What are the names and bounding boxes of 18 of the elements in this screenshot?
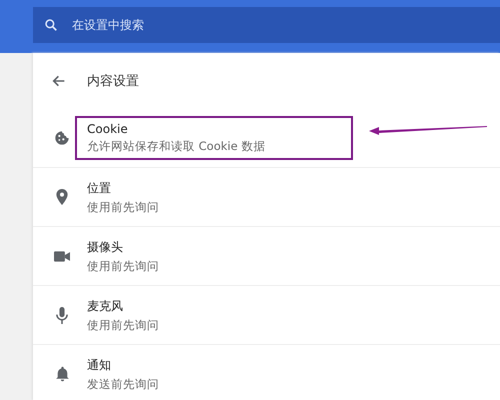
video-camera-icon	[54, 250, 70, 262]
setting-title[interactable]: 位置	[87, 180, 159, 196]
bell-icon	[56, 366, 68, 382]
setting-title[interactable]: 麦克风	[87, 298, 159, 314]
location-pin-icon	[56, 189, 68, 205]
back-arrow-icon[interactable]	[51, 73, 67, 89]
setting-description: 允许网站保存和读取 Cookie 数据	[87, 139, 266, 154]
microphone-icon	[56, 306, 68, 324]
setting-description: 使用前先询问	[87, 258, 159, 274]
setting-description: 使用前先询问	[87, 200, 159, 214]
setting-title[interactable]: 通知	[87, 356, 159, 374]
page-title: 内容设置	[87, 73, 139, 90]
setting-title[interactable]: 摄像头	[87, 238, 159, 256]
setting-title[interactable]: Cookie	[87, 122, 341, 136]
setting-description: 发送前先询问	[87, 376, 159, 392]
search-field[interactable]: 在设置中搜索	[33, 6, 500, 42]
cookie-icon	[54, 130, 70, 146]
setting-description: 使用前先询问	[87, 318, 159, 332]
